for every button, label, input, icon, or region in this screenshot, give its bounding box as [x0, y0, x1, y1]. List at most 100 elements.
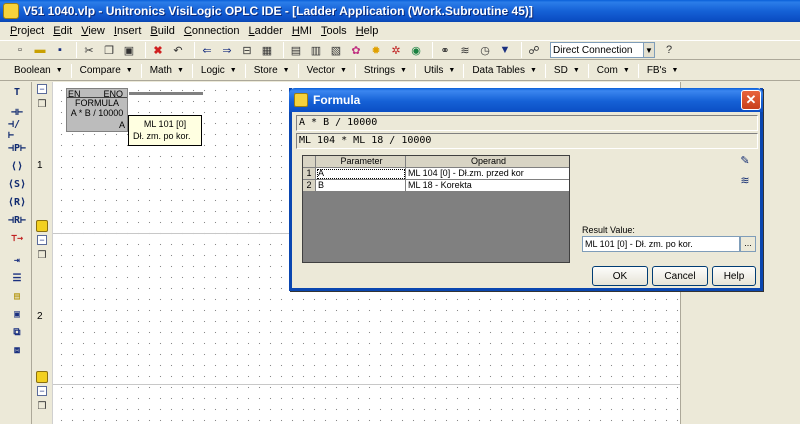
fb-name: FORMULA [74, 98, 119, 108]
formula-function-block[interactable]: EN ENO FORMULA A * B / 10000 A [66, 88, 128, 132]
category-boolean[interactable]: Boolean ▼ [14, 65, 63, 76]
chevron-down-icon: ▼ [671, 67, 679, 74]
menu-connection[interactable]: Connection [184, 25, 240, 37]
collapse-rung-icon[interactable]: − [37, 386, 47, 396]
category-fbs[interactable]: FB's ▼ [647, 65, 679, 76]
menu-project[interactable]: Project [10, 25, 44, 37]
help-context-icon[interactable]: ? [661, 42, 677, 58]
parameter-cell[interactable]: B [316, 180, 406, 192]
rung-number: 1 [37, 160, 43, 171]
save-icon[interactable]: ▪ [52, 42, 68, 58]
menu-hmi[interactable]: HMI [292, 25, 312, 37]
jump-tool[interactable]: ⊤→ [8, 230, 26, 246]
coil-tool[interactable]: ⟨⟩ [8, 158, 26, 174]
operand-cell[interactable]: ML 104 [0] - Dł.zm. przed kor [406, 168, 569, 180]
rung-comment-icon[interactable]: ❒ [35, 250, 49, 262]
category-store[interactable]: Store ▼ [254, 65, 290, 76]
display-icon[interactable]: ▣ [8, 306, 26, 322]
communication-icon[interactable]: ☍ [526, 42, 542, 58]
rung-comment-icon[interactable]: ❒ [35, 99, 49, 111]
parameter-cell[interactable]: A [316, 168, 406, 180]
category-logic[interactable]: Logic ▼ [201, 65, 237, 76]
menu-ladder[interactable]: Ladder [249, 25, 283, 37]
layers-icon[interactable]: ≋ [457, 42, 473, 58]
contact-nc-tool[interactable]: ⊣/⊢ [8, 119, 26, 141]
category-com[interactable]: Com ▼ [597, 65, 630, 76]
image-icon[interactable]: ▦ [259, 42, 275, 58]
forward-icon[interactable]: ⇒ [219, 42, 235, 58]
edit-operand-icon[interactable]: ✎ [735, 151, 755, 169]
copy-icon[interactable]: ❐ [101, 42, 117, 58]
sun-icon[interactable]: ✹ [368, 42, 384, 58]
category-data-tables[interactable]: Data Tables ▼ [472, 65, 537, 76]
category-strings[interactable]: Strings ▼ [364, 65, 407, 76]
help-button[interactable]: Help [712, 266, 756, 286]
globe-icon[interactable]: ◉ [408, 42, 424, 58]
paste-icon[interactable]: ▣ [121, 42, 137, 58]
result-value-field[interactable]: ML 101 [0] - Dł. zm. po kor. [582, 236, 740, 252]
close-button[interactable]: ✕ [741, 90, 761, 110]
operand-cell[interactable]: ML 18 - Korekta [406, 180, 569, 192]
menu-build[interactable]: Build [150, 25, 174, 37]
rung-marker-icon[interactable] [36, 220, 48, 232]
layers-icon[interactable]: ≋ [735, 171, 755, 189]
rung-marker-icon[interactable] [36, 371, 48, 383]
connection-select[interactable]: Direct Connection [550, 42, 644, 58]
category-label: Data Tables [472, 65, 525, 76]
rung-comment-icon[interactable]: ❒ [35, 401, 49, 413]
contact-tool-t[interactable]: T [8, 84, 26, 100]
copy-block-icon[interactable]: ⧉ [8, 324, 26, 340]
cancel-button[interactable]: Cancel [652, 266, 708, 286]
category-label: Boolean [14, 65, 51, 76]
new-file-icon[interactable]: ▫ [12, 42, 28, 58]
chevron-down-icon[interactable]: ▼ [643, 42, 655, 58]
collapse-rung-icon[interactable]: − [37, 235, 47, 245]
table-row[interactable]: 1 A ML 104 [0] - Dł.zm. przed kor [303, 168, 569, 180]
delete-icon[interactable]: ✖ [150, 42, 166, 58]
category-utils[interactable]: Utils ▼ [424, 65, 455, 76]
toolbar-separator [587, 63, 589, 78]
formula-expression-field[interactable]: A * B / 10000 [296, 115, 758, 131]
table-row[interactable]: 2 B ML 18 - Korekta [303, 180, 569, 192]
clock-icon[interactable]: ◷ [477, 42, 493, 58]
cut-icon[interactable]: ✂ [81, 42, 97, 58]
menu-insert[interactable]: Insert [114, 25, 142, 37]
contact-no-tool[interactable]: ⊣⊢ [8, 104, 26, 120]
list-icon[interactable]: ☰ [8, 270, 26, 286]
menu-help[interactable]: Help [356, 25, 379, 37]
download-icon[interactable]: ▼ [497, 42, 513, 58]
category-label: Store [253, 65, 278, 76]
menu-tools[interactable]: Tools [321, 25, 347, 37]
palette-icon[interactable]: ✿ [348, 42, 364, 58]
parameter-grid: Parameter Operand 1 A ML 104 [0] - Dł.zm… [302, 155, 570, 263]
chart-icon[interactable]: ▧ [328, 42, 344, 58]
table-icon[interactable]: ▥ [308, 42, 324, 58]
category-label: Utils [423, 65, 444, 76]
back-icon[interactable]: ⇐ [199, 42, 215, 58]
menu-view[interactable]: View [81, 25, 105, 37]
category-label: Vector [306, 65, 335, 76]
ok-button[interactable]: OK [592, 266, 648, 286]
set-coil-tool[interactable]: ⟨S⟩ [8, 176, 26, 192]
open-folder-icon[interactable]: ▬ [32, 42, 48, 58]
input-icon[interactable]: ⇥ [8, 252, 26, 268]
category-sd[interactable]: SD ▼ [554, 65, 580, 76]
reset-coil-tool[interactable]: ⟨R⟩ [8, 194, 26, 210]
grid-icon[interactable]: ▤ [288, 42, 304, 58]
insert-rung-icon[interactable]: ⊟ [239, 42, 255, 58]
contact-r-tool[interactable]: ⊣R⊢ [8, 212, 26, 228]
result-browse-button[interactable]: ... [740, 236, 756, 252]
category-compare[interactable]: Compare ▼ [80, 65, 133, 76]
menu-edit[interactable]: Edit [53, 25, 72, 37]
undo-icon[interactable]: ↶ [170, 42, 186, 58]
paste-block-icon[interactable]: ⧈ [8, 342, 26, 358]
dialog-title-bar[interactable]: Formula ✕ [289, 88, 763, 112]
gear-icon[interactable]: ✲ [388, 42, 404, 58]
category-vector[interactable]: Vector ▼ [307, 65, 347, 76]
category-math[interactable]: Math ▼ [150, 65, 184, 76]
toolbar-separator [283, 42, 284, 58]
binoculars-icon[interactable]: ⚭ [437, 42, 453, 58]
contact-p-tool[interactable]: ⊣P⊢ [8, 140, 26, 156]
collapse-rung-icon[interactable]: − [37, 84, 47, 94]
note-icon[interactable]: ▤ [8, 288, 26, 304]
